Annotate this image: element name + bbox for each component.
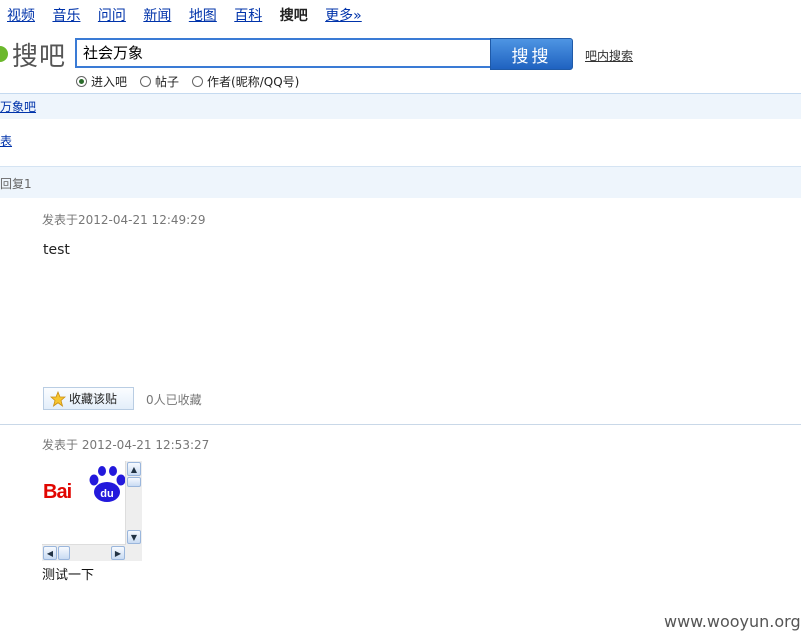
post-body: test: [43, 242, 70, 258]
scrollbar-corner: [126, 545, 142, 561]
search-scope-options: 进入吧 帖子 作者(昵称/QQ号): [76, 73, 299, 90]
nav-more[interactable]: 更多»: [325, 8, 362, 24]
post-body: 测试一下: [42, 568, 95, 583]
nav-souba-current[interactable]: 搜吧: [280, 8, 308, 24]
logo-mark-icon: [0, 46, 8, 62]
search-input[interactable]: [75, 38, 492, 68]
baidu-du-text: du: [100, 488, 113, 500]
scroll-thumb[interactable]: [127, 477, 141, 487]
post-meta: 发表于2012-04-21 12:49:29: [42, 213, 206, 227]
radio-posts[interactable]: 帖子: [140, 73, 179, 90]
radio-enter-bar[interactable]: 进入吧: [76, 73, 127, 90]
logo-text: 搜吧: [12, 41, 67, 72]
reply-count: 回复1: [0, 177, 32, 191]
souba-logo[interactable]: 搜吧: [0, 36, 66, 72]
nav-map[interactable]: 地图: [189, 8, 217, 24]
top-nav: 视频 音乐 问问 新闻 地图 百科 搜吧 更多»: [7, 5, 375, 25]
list-link[interactable]: 表: [0, 132, 12, 149]
nav-baike[interactable]: 百科: [234, 8, 262, 24]
scroll-up-icon[interactable]: ▲: [127, 462, 141, 476]
nav-music[interactable]: 音乐: [52, 8, 80, 24]
scroll-down-icon[interactable]: ▼: [127, 530, 141, 544]
radio-unchecked-icon: [140, 76, 152, 87]
favorite-label: 收藏该贴: [69, 392, 118, 406]
radio-label: 进入吧: [91, 75, 128, 89]
post-meta: 发表于 2012-04-21 12:53:27: [42, 438, 210, 452]
embedded-baidu-logo: Bai du: [42, 461, 126, 545]
search-in-bar-link[interactable]: 吧内搜索: [585, 47, 633, 64]
nav-news[interactable]: 新闻: [143, 8, 171, 24]
bar-title-bar: 万象吧: [0, 93, 801, 119]
nav-wenwen[interactable]: 问问: [98, 8, 126, 24]
radio-checked-icon: [76, 76, 87, 87]
scroll-right-icon[interactable]: ▶: [111, 546, 125, 560]
radio-unchecked-icon: [192, 76, 204, 87]
favorite-post-button[interactable]: 收藏该贴: [43, 387, 134, 410]
horizontal-scrollbar[interactable]: ◀ ▶: [42, 544, 126, 561]
bar-name-link[interactable]: 万象吧: [0, 98, 36, 115]
scroll-left-icon[interactable]: ◀: [43, 546, 57, 560]
embedded-iframe[interactable]: Bai du ▲ ▼ ◀ ▶: [42, 461, 142, 561]
radio-label: 作者(昵称/QQ号): [207, 75, 300, 89]
search-button[interactable]: 搜搜: [490, 38, 573, 70]
post-divider: [0, 424, 801, 425]
radio-author[interactable]: 作者(昵称/QQ号): [192, 73, 299, 90]
favorite-count: 0人已收藏: [146, 393, 202, 407]
radio-label: 帖子: [155, 75, 180, 89]
vertical-scrollbar[interactable]: ▲ ▼: [125, 461, 142, 545]
scroll-thumb[interactable]: [58, 546, 70, 560]
thread-header-bar: 回复1: [0, 166, 801, 198]
watermark: www.wooyun.org: [664, 612, 801, 631]
nav-video[interactable]: 视频: [7, 8, 35, 24]
baidu-paw-icon: du: [89, 466, 126, 502]
baidu-logo-text: Bai: [43, 481, 72, 503]
star-icon: [50, 390, 66, 407]
